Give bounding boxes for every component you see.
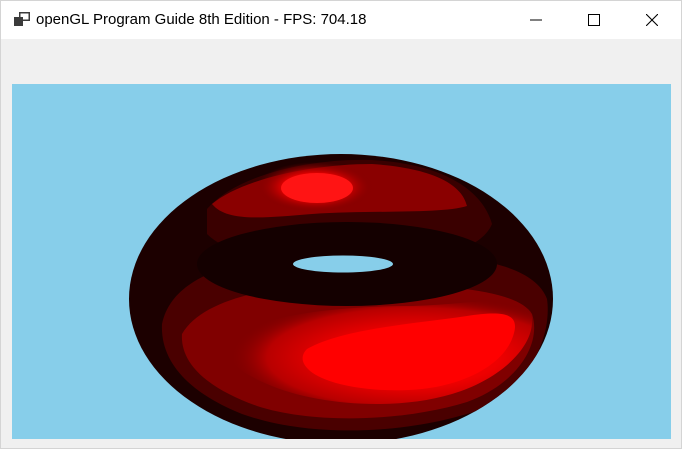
close-button[interactable] bbox=[623, 1, 681, 39]
maximize-icon bbox=[588, 14, 600, 26]
title-bar[interactable]: openGL Program Guide 8th Edition - FPS: … bbox=[1, 1, 681, 39]
client-area bbox=[1, 39, 681, 448]
minimize-button[interactable] bbox=[507, 1, 565, 39]
maximize-button[interactable] bbox=[565, 1, 623, 39]
window-title: openGL Program Guide 8th Edition - FPS: … bbox=[36, 11, 367, 28]
app-window: openGL Program Guide 8th Edition - FPS: … bbox=[0, 0, 682, 449]
close-icon bbox=[646, 14, 658, 26]
torus-hole bbox=[293, 255, 393, 273]
opengl-viewport[interactable] bbox=[12, 84, 671, 439]
app-window-icon bbox=[14, 12, 30, 26]
torus-render bbox=[129, 154, 553, 439]
torus-top-core bbox=[281, 173, 353, 203]
minimize-icon bbox=[530, 19, 542, 21]
